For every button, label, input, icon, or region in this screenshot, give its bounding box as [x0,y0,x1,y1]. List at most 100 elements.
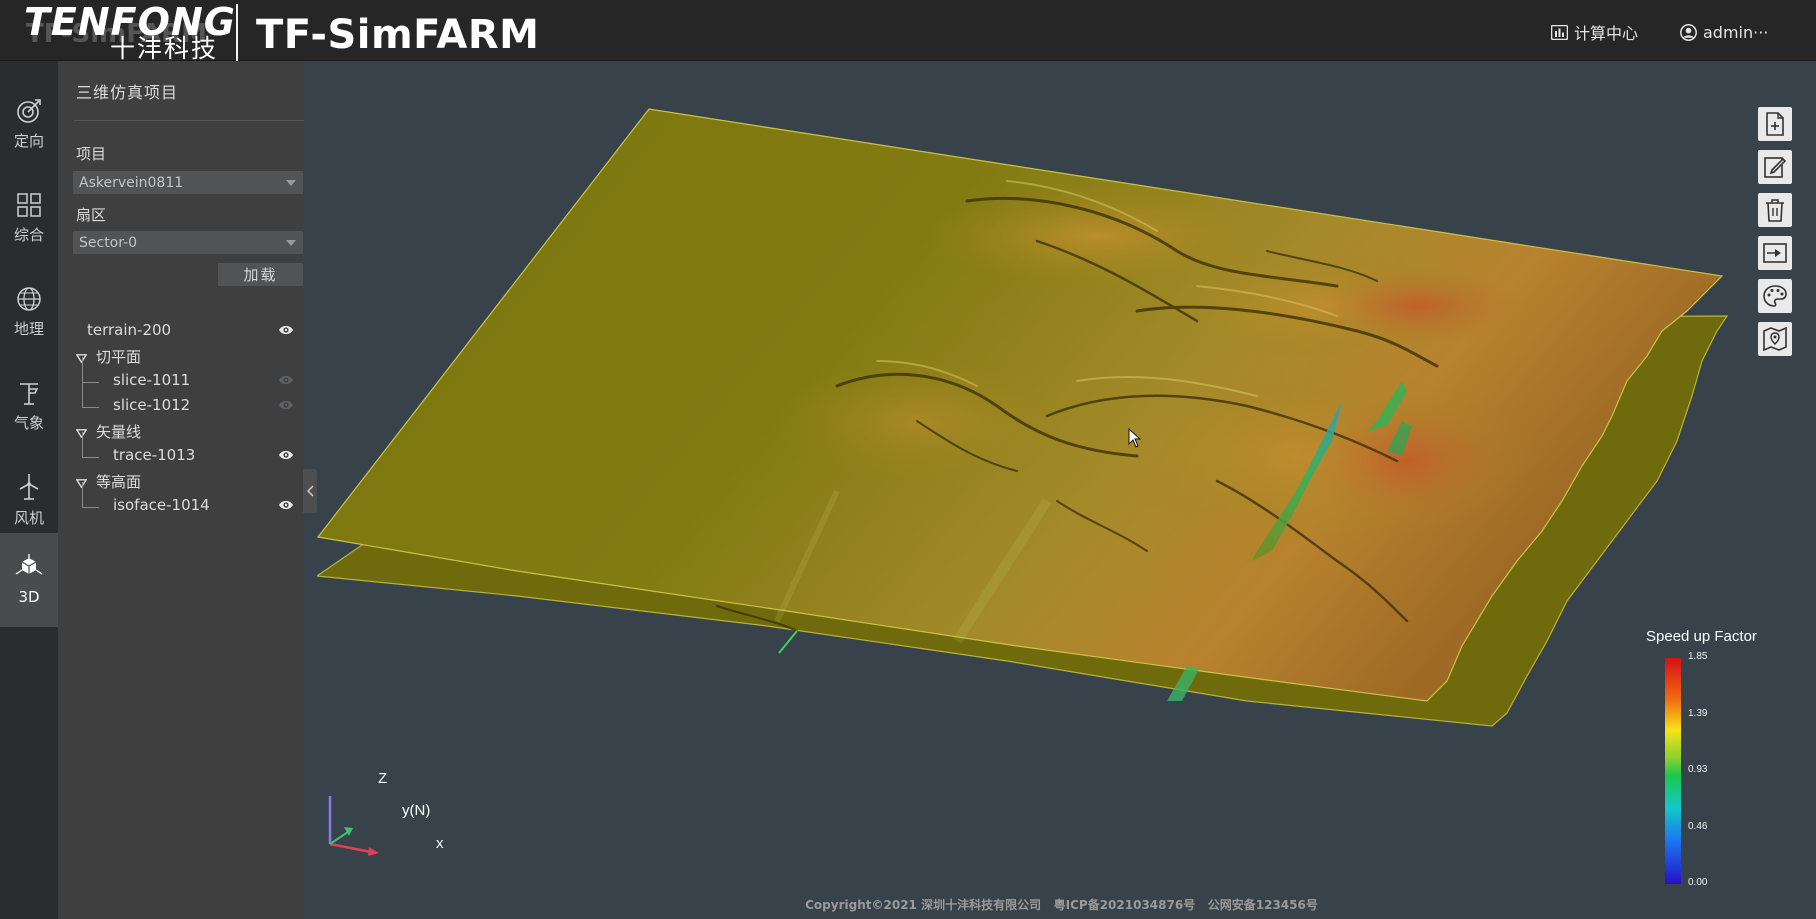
globe-icon [17,286,41,311]
compute-center-label: 计算中心 [1574,24,1639,43]
map-button[interactable] [1758,322,1792,356]
tree-guide-line [82,482,83,507]
edit-button[interactable] [1758,150,1792,184]
tree-group-vector[interactable]: 矢量线 [58,418,303,443]
delete-icon [1766,199,1784,222]
rail-item-overview[interactable]: 综合 [0,171,58,265]
weather-icon [20,382,39,405]
tree-item-label: slice-1012 [113,396,191,414]
cube-icon [15,554,43,575]
rail-item-3d[interactable]: 3D [0,533,58,627]
legend-tick: 0.00 [1688,877,1708,888]
tree-group-slice[interactable]: 切平面 [58,343,303,368]
new-file-button[interactable] [1758,107,1792,141]
grid-icon [17,192,41,217]
eye-icon[interactable] [278,397,294,415]
tree-guide-line [82,407,99,408]
tree-item-isoface-1014[interactable]: isoface-1014 [58,493,303,518]
rail-label: 气象 [13,413,44,432]
palette-button[interactable] [1758,279,1792,313]
rail-item-geography[interactable]: 地理 [0,265,58,359]
tree-guide-line [82,382,99,383]
project-panel: 三维仿真项目 项目 Askervein0811 扇区 Sector-0 加载 t… [58,61,304,919]
left-nav-rail: 定向 综合 地理 气象 风机 3D [0,61,58,919]
logo-chinese-text: 十沣科技 [110,34,219,63]
eye-icon[interactable] [278,447,294,465]
tree-item-label: terrain-200 [87,321,172,339]
hill-shading [1287,391,1527,531]
project-select-value: Askervein0811 [79,174,184,191]
chevron-left-icon [306,485,314,497]
tree-guide-line [82,457,99,458]
app-title: TF-SimFARM [256,12,540,58]
eye-icon[interactable] [278,372,294,390]
turbine-icon [19,473,39,500]
tree-group-label: 等高面 [96,473,142,491]
rail-label: 3D [18,588,40,606]
user-name: admin··· [1703,22,1769,42]
legend-tick: 0.93 [1688,764,1708,775]
legend-tick: 1.85 [1688,651,1708,662]
axis-label-y: y(N) [402,802,431,819]
edit-icon [1764,157,1787,178]
3d-viewport[interactable] [317,61,1816,919]
app-root: TF-SimFARM TENFONG 十沣科技 TF-SimFARM 计算中心 … [0,0,1816,919]
map-icon [1763,327,1787,351]
rail-item-weather[interactable]: 气象 [0,359,58,453]
top-header: TF-SimFARM TENFONG 十沣科技 TF-SimFARM 计算中心 … [0,0,1816,63]
streamline-green [778,630,798,654]
rail-label: 综合 [13,225,44,244]
legend-title: Speed up Factor [1646,628,1757,645]
tree-guide-line [82,432,83,457]
eye-icon[interactable] [278,322,294,340]
mouse-cursor-icon [1128,428,1142,448]
compute-center-button[interactable]: 计算中心 [1551,20,1638,44]
footer-icp[interactable]: 粤ICP备2021034876号 [1054,898,1196,912]
tree-item-terrain[interactable]: terrain-200 [58,318,303,343]
rail-item-orientation[interactable]: 定向 [0,77,58,171]
rail-label: 地理 [13,319,44,338]
sector-select-value: Sector-0 [79,234,138,251]
color-scale-bar [1665,658,1681,884]
tree-group-isosurface[interactable]: 等高面 [58,468,303,493]
eye-icon[interactable] [278,497,294,515]
rail-label: 定向 [13,131,44,150]
chevron-down-icon [283,236,299,249]
tree-item-slice-1011[interactable]: slice-1011 [58,368,303,393]
tree-group-label: 矢量线 [96,423,142,441]
terrain-scene[interactable] [317,61,1816,919]
panel-collapse-button[interactable] [303,469,317,513]
axis-label-x: x [436,835,444,852]
new-file-icon [1766,112,1784,136]
user-avatar-icon [1680,23,1697,41]
animation-button[interactable] [1758,236,1792,270]
panel-title: 三维仿真项目 [76,83,179,102]
tree-group-label: 切平面 [96,348,142,366]
hill-shading [1307,266,1527,346]
delete-button[interactable] [1758,193,1792,227]
palette-icon [1763,285,1787,307]
project-select[interactable]: Askervein0811 [73,171,303,194]
tree-item-trace-1013[interactable]: trace-1013 [58,443,303,468]
axis-label-z: Z [378,770,388,787]
footer-security[interactable]: 公网安备123456号 [1208,898,1318,912]
tree-item-slice-1012[interactable]: slice-1012 [58,393,303,418]
tree-item-label: slice-1011 [113,371,191,389]
axes-gizmo [328,796,379,856]
panel-divider [74,120,304,121]
tree-item-label: isoface-1014 [113,496,210,514]
rail-label: 风机 [13,508,44,527]
footer-copyright: Copyright©2021 深圳十沣科技有限公司 [805,898,1042,912]
header-separator [236,4,238,63]
user-menu-button[interactable]: admin··· [1680,20,1768,44]
brand-logo: TF-SimFARM TENFONG 十沣科技 [24,2,235,63]
tree-guide-line [82,507,99,508]
load-button[interactable]: 加载 [218,263,303,286]
target-icon [17,98,41,123]
legend-tick: 1.39 [1688,708,1708,719]
sector-select[interactable]: Sector-0 [73,231,303,254]
project-label: 项目 [76,145,107,163]
sector-label: 扇区 [76,206,107,224]
tree-item-label: trace-1013 [113,446,196,464]
animation-icon [1763,243,1787,263]
